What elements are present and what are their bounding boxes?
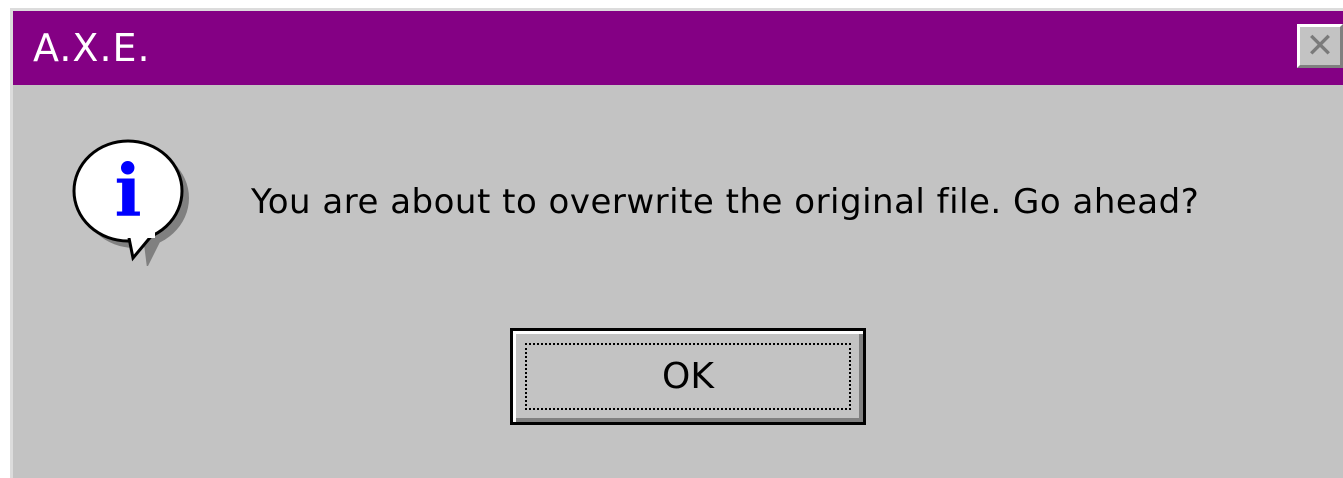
close-icon: ✕ (1305, 26, 1335, 66)
ok-button[interactable]: OK (510, 328, 866, 425)
message-dialog: A.X.E. ✕ i You are about to overwrite th… (10, 8, 1343, 478)
close-button[interactable]: ✕ (1297, 24, 1343, 68)
info-icon: i (72, 139, 189, 266)
ok-button-label: OK (662, 355, 714, 397)
focus-rectangle: OK (525, 343, 851, 410)
dialog-message: You are about to overwrite the original … (251, 182, 1200, 222)
info-glyph: i (114, 148, 141, 233)
window-title: A.X.E. (33, 26, 151, 70)
title-bar[interactable]: A.X.E. ✕ (13, 11, 1343, 85)
